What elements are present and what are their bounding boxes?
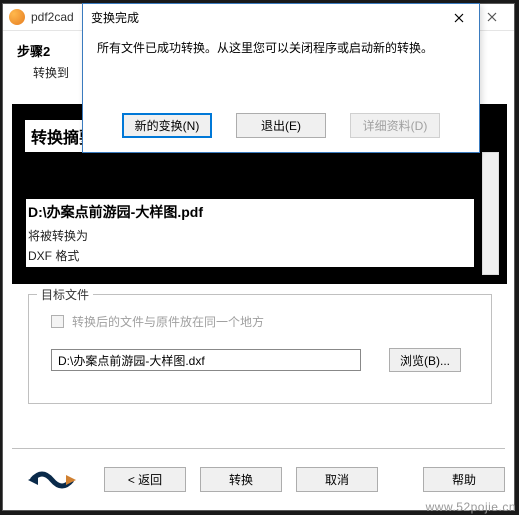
close-icon [487, 12, 497, 22]
output-format-label: DXF 格式 [28, 247, 472, 264]
dialog-title: 变换完成 [91, 9, 139, 26]
browse-button[interactable]: 浏览(B)... [389, 348, 461, 372]
target-file-legend: 目标文件 [37, 286, 93, 303]
file-info: D:\办案点前游园-大样图.pdf 将被转换为 DXF 格式 [26, 199, 474, 267]
convert-button[interactable]: 转换 [200, 467, 282, 492]
dialog-message: 所有文件已成功转换。从这里您可以关闭程序或启动新的转换。 [83, 31, 479, 65]
close-icon [454, 13, 464, 23]
same-folder-label: 转换后的文件与原件放在同一个地方 [72, 313, 264, 330]
completion-dialog: 变换完成 所有文件已成功转换。从这里您可以关闭程序或启动新的转换。 新的变换(N… [82, 3, 480, 153]
details-button[interactable]: 详细资料(D) [350, 113, 440, 138]
new-conversion-button[interactable]: 新的变换(N) [122, 113, 212, 138]
exit-button[interactable]: 退出(E) [236, 113, 326, 138]
target-file-group: 目标文件 转换后的文件与原件放在同一个地方 浏览(B)... [28, 294, 492, 404]
app-logo [28, 466, 76, 494]
dialog-button-row: 新的变换(N) 退出(E) 详细资料(D) [83, 113, 479, 138]
source-file-path: D:\办案点前游园-大样图.pdf [28, 202, 472, 222]
same-folder-checkbox[interactable] [51, 315, 64, 328]
back-button[interactable]: < 返回 [104, 467, 186, 492]
convert-to-label: 将被转换为 [28, 227, 472, 244]
dialog-close-button[interactable] [439, 5, 479, 30]
watermark-text: www.52pojie.cn [426, 500, 516, 514]
vertical-scrollbar[interactable] [482, 152, 499, 275]
footer-bar: < 返回 转换 取消 帮助 [12, 448, 505, 498]
main-title: pdf2cad [31, 10, 74, 24]
help-button[interactable]: 帮助 [423, 467, 505, 492]
dialog-titlebar: 变换完成 [83, 4, 479, 31]
app-icon [9, 9, 25, 25]
output-path-input[interactable] [51, 349, 361, 371]
cancel-button[interactable]: 取消 [296, 467, 378, 492]
